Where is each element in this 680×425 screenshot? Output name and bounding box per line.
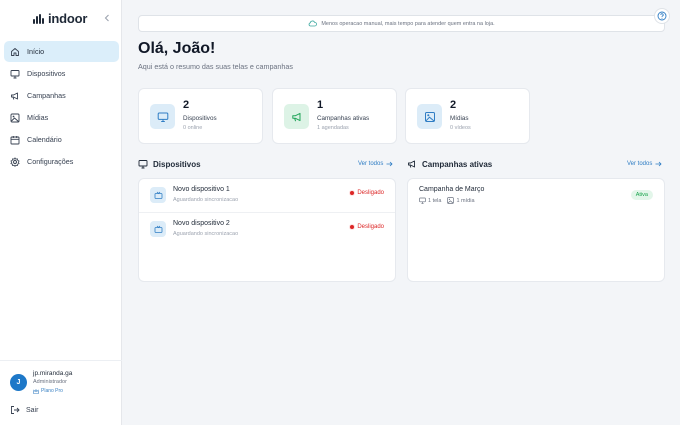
arrow-right-icon (655, 161, 662, 167)
sidebar-item-label: Campanhas (27, 91, 66, 100)
page-title: Olá, João! (138, 40, 216, 57)
device-name: Novo dispositivo 2 (173, 220, 230, 227)
calendar-icon (10, 135, 20, 145)
sidebar-item-midias[interactable]: Mídias (4, 107, 119, 128)
logout-button[interactable]: Sair (10, 405, 38, 415)
sidebar-item-label: Calendário (27, 135, 62, 144)
campaign-media: 1 mídia (447, 197, 475, 204)
sidebar-item-campanhas[interactable]: Campanhas (4, 85, 119, 106)
user-profile[interactable]: J jp.miranda.ga Administrador Plano Pro (10, 369, 72, 396)
user-plan: Plano Pro (33, 387, 72, 396)
stat-sub: 0 online (183, 125, 203, 131)
image-icon (447, 197, 455, 204)
devices-see-all-link[interactable]: Ver todos (358, 161, 393, 167)
logout-icon (11, 406, 20, 414)
device-sync-status: Aguardando sincronizacao (173, 197, 239, 203)
stat-label: Campanhas ativas (317, 115, 370, 122)
status-badge: Desligado (350, 224, 384, 230)
stat-value: 2 (183, 99, 190, 111)
campaigns-section-title: Campanhas ativas (407, 159, 492, 169)
sidebar-item-label: Dispositivos (27, 69, 66, 78)
campaign-name: Campanha de Março (419, 186, 485, 193)
sidebar-item-configuracoes[interactable]: Configurações (4, 151, 119, 172)
chevron-left-icon (104, 14, 109, 22)
stat-card-campaigns[interactable]: 1 Campanhas ativas 1 agendadas (272, 88, 397, 144)
sidebar-item-label: Configurações (27, 157, 74, 166)
sidebar-item-inicio[interactable]: Início (4, 41, 119, 62)
device-name: Novo dispositivo 1 (173, 186, 230, 193)
sidebar-item-label: Mídias (27, 113, 49, 122)
devices-panel: Novo dispositivo 1 Aguardando sincroniza… (138, 178, 396, 282)
stat-label: Mídias (450, 115, 469, 122)
sidebar: indoor Início Dispositivos Campanhas Míd… (0, 0, 122, 425)
list-item[interactable]: Novo dispositivo 1 Aguardando sincroniza… (139, 179, 395, 212)
monitor-icon (419, 197, 426, 204)
sidebar-item-calendario[interactable]: Calendário (4, 129, 119, 150)
see-all-label: Ver todos (358, 161, 384, 167)
campaign-screens-label: 1 tela (428, 197, 442, 204)
see-all-label: Ver todos (627, 161, 653, 167)
status-badge-label: Desligado (357, 224, 384, 230)
campaigns-panel: Campanha de Março 1 tela 1 mídia Ativa (407, 178, 665, 282)
logo-icon (33, 13, 44, 24)
logo-text: indoor (48, 11, 88, 26)
tv-icon (150, 187, 166, 203)
list-item[interactable]: Novo dispositivo 2 Aguardando sincroniza… (139, 212, 395, 245)
stat-card-media[interactable]: 2 Mídias 0 vídeos (405, 88, 530, 144)
arrow-right-icon (386, 161, 393, 167)
image-icon (417, 104, 442, 129)
megaphone-icon (408, 160, 415, 168)
info-banner: Menos operacao manual, mais tempo para a… (138, 15, 665, 32)
stat-sub: 1 agendadas (317, 125, 349, 131)
user-role: Administrador (33, 379, 67, 385)
status-badge: Desligado (350, 190, 384, 196)
user-name: jp.miranda.ga (33, 370, 73, 377)
image-icon (10, 113, 20, 123)
status-dot (350, 191, 355, 195)
stat-card-devices[interactable]: 2 Dispositivos 0 online (138, 88, 263, 144)
gear-icon (10, 156, 20, 167)
tv-icon (150, 221, 166, 237)
stat-value: 2 (450, 99, 457, 111)
logout-label: Sair (26, 406, 39, 414)
list-item[interactable]: Campanha de Março 1 tela 1 mídia Ativa (408, 179, 664, 212)
home-icon (10, 47, 20, 57)
status-badge-label: Desligado (357, 190, 384, 196)
campaigns-see-all-link[interactable]: Ver todos (627, 161, 662, 167)
sidebar-divider (0, 360, 122, 361)
crown-icon (33, 389, 39, 394)
stat-value: 1 (317, 99, 324, 111)
section-title-text: Dispositivos (153, 159, 201, 169)
logo[interactable]: indoor (33, 11, 87, 26)
devices-section-title: Dispositivos (138, 159, 201, 169)
banner-text: Menos operacao manual, mais tempo para a… (321, 20, 495, 27)
monitor-icon (138, 160, 148, 169)
campaign-media-label: 1 mídia (456, 197, 475, 204)
stat-label: Dispositivos (183, 115, 217, 122)
help-icon (657, 11, 667, 21)
campaign-screens: 1 tela (419, 197, 441, 204)
section-title-text: Campanhas ativas (422, 159, 493, 169)
sidebar-item-label: Início (27, 47, 45, 56)
megaphone-icon (284, 104, 309, 129)
status-badge: Ativa (630, 190, 653, 200)
device-sync-status: Aguardando sincronizacao (173, 231, 239, 237)
sidebar-nav: Início Dispositivos Campanhas Mídias Cal… (4, 41, 119, 173)
sidebar-item-dispositivos[interactable]: Dispositivos (4, 63, 119, 84)
campaign-meta: 1 tela 1 mídia (419, 197, 475, 204)
monitor-icon (150, 104, 175, 129)
status-dot (350, 225, 355, 229)
monitor-icon (10, 69, 20, 79)
help-button[interactable] (654, 8, 670, 24)
page-subtitle: Aqui está o resumo das suas telas e camp… (138, 62, 294, 71)
stat-sub: 0 vídeos (450, 125, 471, 131)
megaphone-icon (10, 91, 20, 101)
user-plan-label: Plano Pro (41, 388, 63, 394)
cloud-icon (308, 20, 318, 27)
avatar: J (10, 374, 27, 391)
collapse-sidebar-button[interactable] (101, 11, 113, 25)
